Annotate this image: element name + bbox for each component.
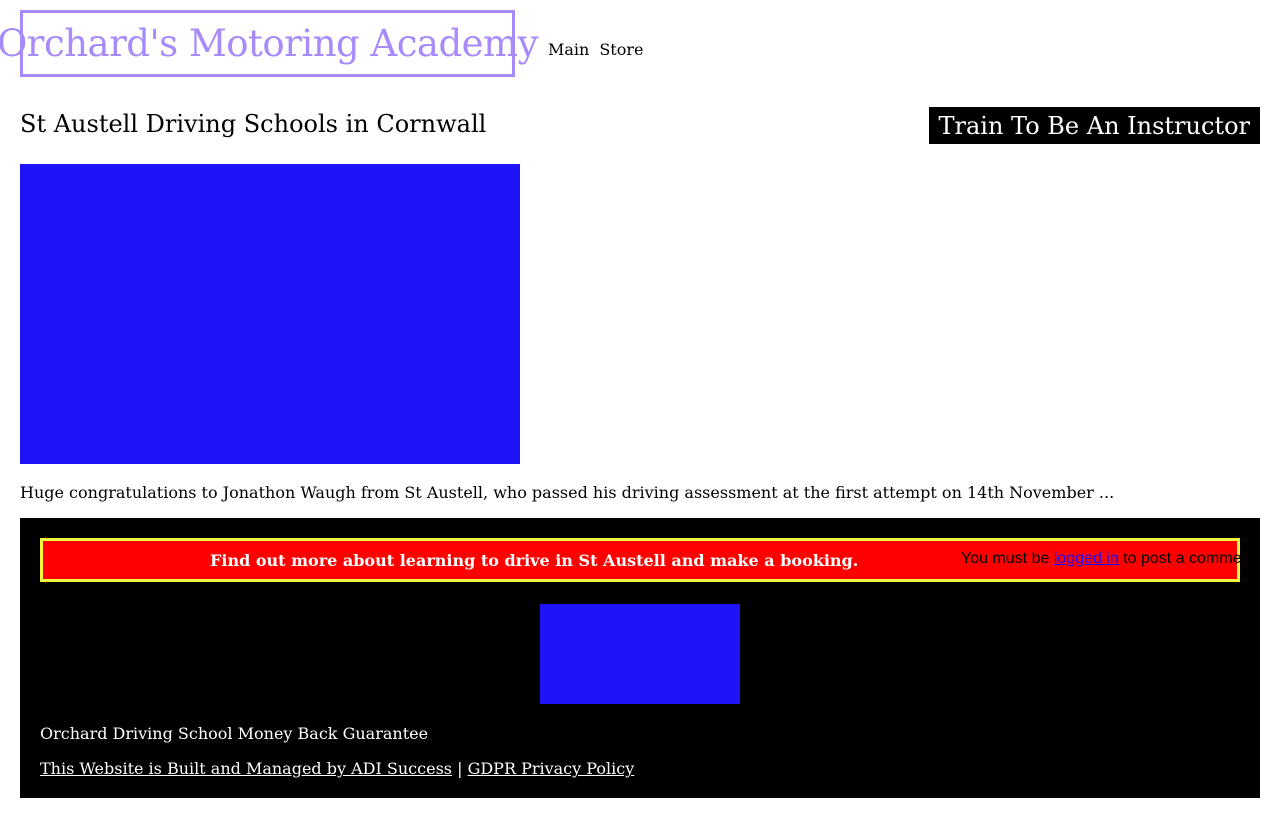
train-instructor-label: Train To Be An Instructor	[938, 111, 1251, 140]
comment-suffix: to post a comment.	[1123, 550, 1242, 567]
page-title: St Austell Driving Schools in Cornwall	[20, 110, 487, 138]
privacy-policy-link[interactable]: GDPR Privacy Policy	[468, 759, 635, 778]
footer-image	[540, 604, 740, 704]
nav-item-main[interactable]: Main	[548, 40, 589, 59]
article-excerpt: Huge congratulations to Jonathon Waugh f…	[20, 483, 1115, 502]
footer-credits: This Website is Built and Managed by ADI…	[40, 759, 634, 778]
site-logo-text: Orchard's Motoring Academy	[0, 22, 539, 65]
article-image	[20, 164, 520, 464]
money-back-guarantee: Orchard Driving School Money Back Guaran…	[40, 724, 429, 743]
train-instructor-button[interactable]: Train To Be An Instructor	[928, 107, 1260, 144]
main-nav: Main Store	[548, 40, 643, 59]
footer: Find out more about learning to drive in…	[20, 518, 1260, 798]
adi-success-link[interactable]: This Website is Built and Managed by ADI…	[40, 759, 452, 778]
login-link[interactable]: logged in	[1054, 550, 1119, 567]
nav-item-store[interactable]: Store	[599, 40, 643, 59]
site-logo[interactable]: Orchard's Motoring Academy	[0, 10, 539, 77]
comment-login-notice: You must be logged in to post a comment.	[961, 550, 1242, 568]
credits-separator: |	[452, 759, 468, 778]
comment-prefix: You must be	[961, 550, 1054, 567]
booking-banner-text: Find out more about learning to drive in…	[210, 550, 859, 570]
